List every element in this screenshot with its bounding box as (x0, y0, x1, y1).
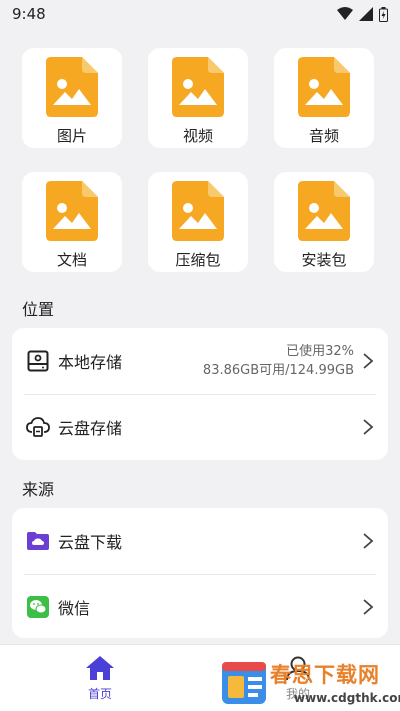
status-icons (337, 6, 388, 22)
chevron-right-icon (363, 533, 374, 549)
chevron-right-icon (363, 419, 374, 435)
chevron-right-icon (363, 599, 374, 615)
image-file-icon (298, 181, 350, 241)
category-label: 安装包 (301, 251, 347, 269)
cloud-storage-label: 云盘存储 (58, 419, 123, 438)
category-documents[interactable]: 文档 (22, 172, 122, 272)
local-storage-label: 本地存储 (58, 353, 123, 372)
storage-capacity: 83.86GB可用/124.99GB (202, 363, 354, 378)
category-grid: 图片 视频 音频 文档 压缩包 安装包 (22, 48, 378, 272)
image-file-icon (46, 181, 98, 241)
cloud-storage-row[interactable]: 云盘存储 (12, 394, 388, 460)
category-label: 视频 (182, 127, 213, 145)
section-title-source: 来源 (22, 480, 55, 499)
source-card: 云盘下载 微信 (12, 508, 388, 638)
category-label: 图片 (56, 127, 87, 145)
image-file-icon (46, 57, 98, 117)
image-file-icon (172, 57, 224, 117)
wechat-row[interactable]: 微信 (12, 574, 388, 638)
tab-home[interactable]: 首页 (60, 655, 140, 702)
category-images[interactable]: 图片 (22, 48, 122, 148)
category-archives[interactable]: 压缩包 (148, 172, 248, 272)
battery-icon (379, 6, 388, 22)
status-time: 9:48 (12, 5, 46, 23)
location-card: 本地存储 已使用32% 83.86GB可用/124.99GB 云盘存储 (12, 328, 388, 460)
category-label: 文档 (56, 251, 87, 269)
image-file-icon (172, 181, 224, 241)
category-label: 压缩包 (175, 251, 221, 269)
category-videos[interactable]: 视频 (148, 48, 248, 148)
storage-used-percent: 已使用32% (286, 344, 354, 359)
hard-drive-icon (27, 350, 49, 372)
watermark-url: www.cdgthk.com (294, 691, 400, 705)
image-file-icon (298, 57, 350, 117)
category-apks[interactable]: 安装包 (274, 172, 374, 272)
cloud-download-row[interactable]: 云盘下载 (12, 508, 388, 574)
cloud-folder-icon (27, 532, 49, 550)
watermark: 春思下载网 www.cdgthk.com (220, 658, 400, 708)
local-storage-row[interactable]: 本地存储 已使用32% 83.86GB可用/124.99GB (12, 328, 388, 394)
category-audio[interactable]: 音频 (274, 48, 374, 148)
cloud-download-label: 云盘下载 (58, 533, 123, 552)
tab-home-label: 首页 (87, 687, 112, 701)
wechat-icon (27, 596, 49, 618)
watermark-logo-icon (222, 662, 266, 704)
status-bar: 9:48 (0, 0, 400, 28)
section-title-location: 位置 (22, 300, 55, 319)
wechat-label: 微信 (58, 599, 91, 618)
home-icon (86, 656, 114, 680)
cloud-drive-icon (26, 417, 50, 437)
wifi-icon (337, 7, 353, 20)
storage-usage: 已使用32% 83.86GB可用/124.99GB (203, 342, 354, 380)
watermark-text: 春思下载网 (270, 663, 380, 687)
chevron-right-icon (363, 353, 374, 369)
signal-icon (359, 7, 373, 21)
category-label: 音频 (308, 127, 339, 145)
